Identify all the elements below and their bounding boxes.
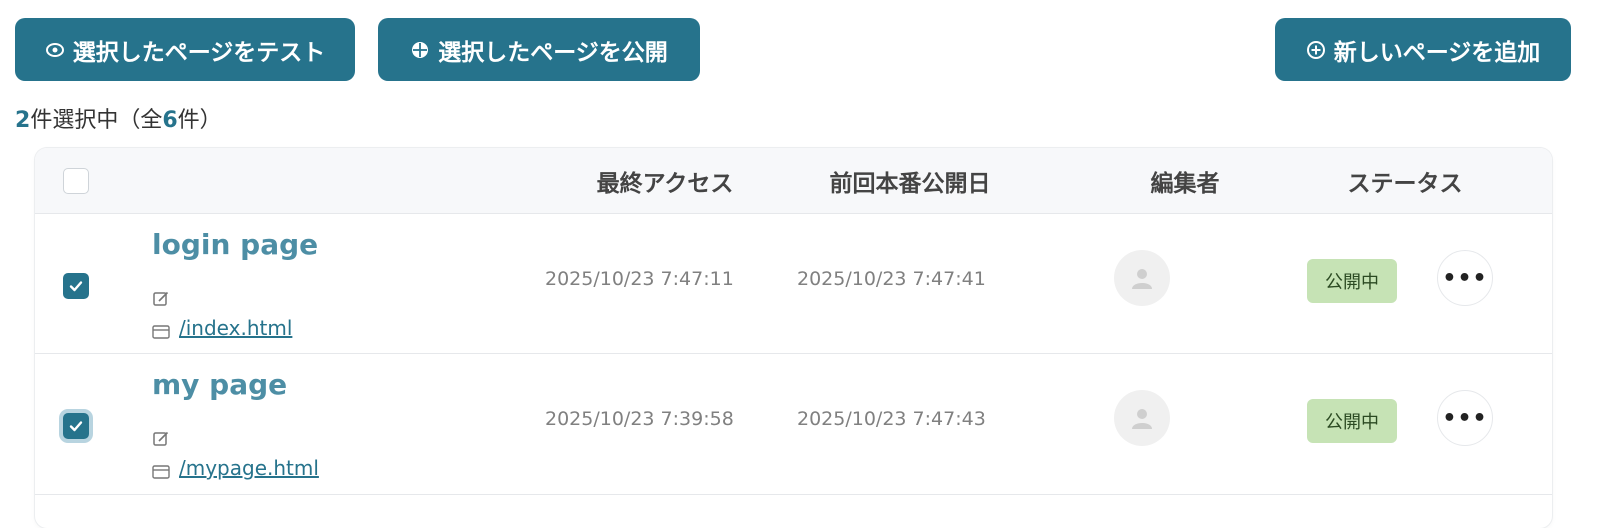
table-row: login page /index.html 2025/10/23 7:47:1…	[35, 213, 1552, 354]
more-options-button[interactable]: •••	[1437, 250, 1493, 306]
selected-count: 2	[15, 108, 31, 133]
selection-text-a: 件選択中（全	[30, 108, 163, 133]
add-button-label: 新しいページを追加	[1333, 39, 1541, 66]
pages-table: 最終アクセス 前回本番公開日 編集者 ステータス login page /ind…	[35, 148, 1552, 528]
file-icon	[152, 465, 170, 479]
status-badge: 公開中	[1307, 259, 1397, 303]
test-button-label: 選択したページをテスト	[72, 39, 326, 66]
header-editor[interactable]: 編集者	[1115, 164, 1255, 198]
plus-circle-icon	[1306, 40, 1325, 59]
total-count: 6	[162, 108, 178, 133]
add-new-page-button[interactable]: 新しいページを追加	[1275, 18, 1571, 81]
globe-icon	[412, 41, 429, 58]
page-path-link[interactable]: /mypage.html	[179, 456, 319, 480]
selection-text-b: 件）	[177, 108, 222, 133]
avatar	[1114, 390, 1170, 446]
test-selected-pages-button[interactable]: 選択したページをテスト	[15, 18, 355, 81]
prev-publish-date: 2025/10/23 7:47:41	[797, 268, 986, 290]
page-name-link[interactable]: login page	[152, 228, 318, 261]
page-name-link[interactable]: my page	[152, 368, 287, 401]
row-checkbox[interactable]	[63, 413, 89, 439]
table-header: 最終アクセス 前回本番公開日 編集者 ステータス	[35, 148, 1552, 214]
last-access-date: 2025/10/23 7:39:58	[545, 408, 734, 430]
publish-button-label: 選択したページを公開	[438, 39, 668, 66]
prev-publish-date: 2025/10/23 7:47:43	[797, 408, 986, 430]
last-access-date: 2025/10/23 7:47:11	[545, 268, 734, 290]
more-options-button[interactable]: •••	[1437, 390, 1493, 446]
page-path-link[interactable]: /index.html	[179, 316, 292, 340]
publish-selected-pages-button[interactable]: 選択したページを公開	[378, 18, 700, 81]
header-prev-publish[interactable]: 前回本番公開日	[805, 164, 1015, 198]
status-badge: 公開中	[1307, 399, 1397, 443]
edit-icon[interactable]	[152, 430, 170, 448]
select-all-checkbox[interactable]	[63, 168, 89, 194]
check-icon	[69, 281, 83, 292]
selection-count: 2件選択中（全6件）	[15, 102, 222, 134]
eye-icon	[45, 42, 64, 57]
check-icon	[69, 421, 83, 432]
file-icon	[152, 325, 170, 339]
user-icon	[1132, 269, 1152, 289]
header-status[interactable]: ステータス	[1305, 164, 1505, 198]
avatar	[1114, 250, 1170, 306]
table-row: my page /mypage.html 2025/10/23 7:39:58 …	[35, 354, 1552, 495]
row-checkbox[interactable]	[63, 273, 89, 299]
edit-icon[interactable]	[152, 290, 170, 308]
header-last-access[interactable]: 最終アクセス	[565, 164, 765, 198]
user-icon	[1132, 409, 1152, 429]
